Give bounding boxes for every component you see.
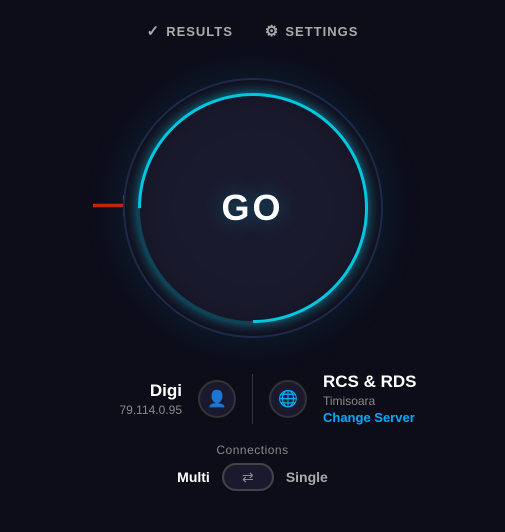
- user-person-icon: 👤: [207, 389, 227, 409]
- top-nav: ✓ RESULTS ⚙ SETTINGS: [147, 22, 359, 40]
- server-name: RCS & RDS: [323, 372, 417, 392]
- info-divider: [252, 374, 253, 424]
- globe-icon: 🌐: [278, 389, 298, 409]
- settings-gear-icon: ⚙: [265, 22, 279, 40]
- user-info-left: Digi 79.114.0.95: [60, 381, 182, 417]
- server-location: Timisoara: [323, 394, 375, 408]
- server-info-right: RCS & RDS Timisoara Change Server: [323, 372, 445, 425]
- settings-label: SETTINGS: [285, 24, 358, 39]
- change-server-link[interactable]: Change Server: [323, 410, 415, 425]
- multi-option[interactable]: Multi: [177, 469, 210, 485]
- results-nav-item[interactable]: ✓ RESULTS: [147, 22, 233, 40]
- connections-section: Connections Multi ⇄ Single: [177, 443, 328, 491]
- connections-toggle: Multi ⇄ Single: [177, 463, 328, 491]
- connections-toggle-switch[interactable]: ⇄: [222, 463, 274, 491]
- user-ip: 79.114.0.95: [119, 403, 182, 417]
- single-option[interactable]: Single: [286, 469, 328, 485]
- info-row: Digi 79.114.0.95 👤 🌐 RCS & RDS Timisoara…: [0, 372, 505, 425]
- speed-gauge: GO: [113, 68, 393, 348]
- results-check-icon: ✓: [147, 22, 161, 40]
- go-button[interactable]: GO: [221, 187, 283, 229]
- results-label: RESULTS: [166, 24, 233, 39]
- user-icon-circle: 👤: [198, 380, 236, 418]
- user-name: Digi: [150, 381, 182, 401]
- toggle-arrows-icon: ⇄: [242, 469, 254, 486]
- connections-label: Connections: [216, 443, 288, 457]
- settings-nav-item[interactable]: ⚙ SETTINGS: [265, 22, 358, 40]
- server-icon-circle: 🌐: [269, 380, 307, 418]
